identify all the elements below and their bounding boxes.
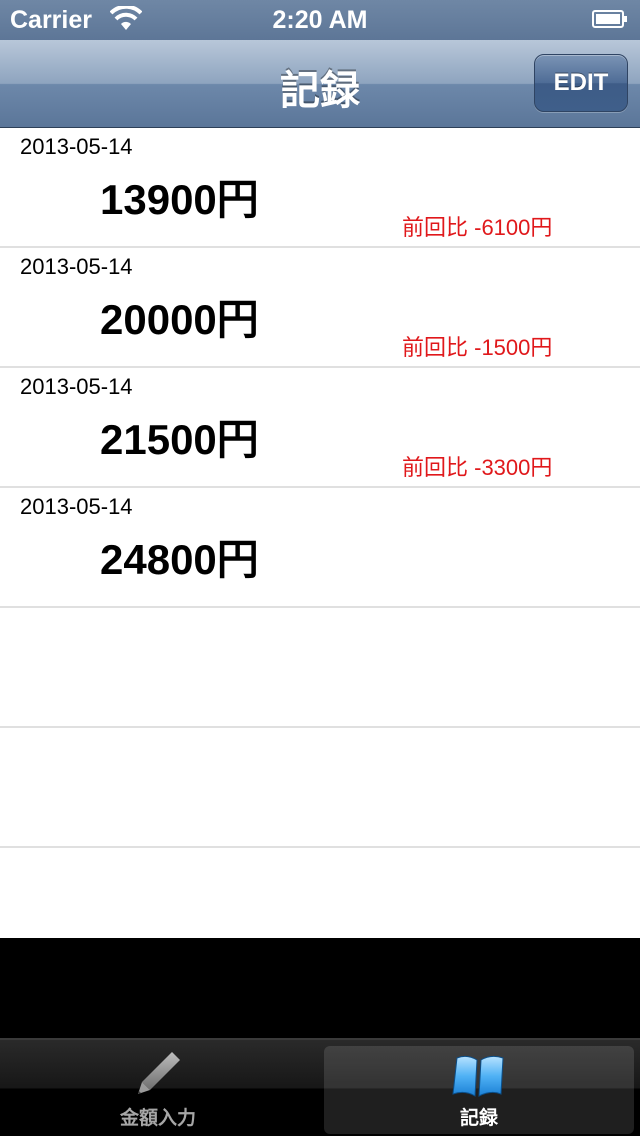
record-diff: 前回比 -6100円 [402, 215, 553, 240]
record-amount: 13900円 [100, 176, 259, 223]
app-screen: Carrier 2:20 AM 記録 EDIT 2013-05-14 13900… [0, 0, 640, 1136]
status-time: 2:20 AM [272, 6, 368, 34]
empty-row [0, 728, 640, 848]
table-row[interactable]: 2013-05-14 20000円 前回比 -1500円 [0, 248, 640, 368]
record-diff: 前回比 -1500円 [402, 335, 553, 360]
empty-row [0, 608, 640, 728]
book-icon [452, 1055, 504, 1097]
tab-records[interactable]: 記録 [324, 1046, 634, 1134]
tab-label: 記録 [459, 1108, 498, 1129]
pencil-icon [138, 1052, 180, 1094]
empty-row [0, 848, 640, 938]
edit-button[interactable]: EDIT [534, 54, 628, 112]
record-amount: 21500円 [100, 416, 259, 463]
navigation-bar: 記録 EDIT [0, 40, 640, 128]
record-date: 2013-05-14 [20, 494, 133, 519]
tab-bar: 金額入力 記録 [0, 1038, 640, 1136]
table-row[interactable]: 2013-05-14 24800円 [0, 488, 640, 608]
tab-label: 金額入力 [119, 1108, 196, 1129]
table-row[interactable]: 2013-05-14 21500円 前回比 -3300円 [0, 368, 640, 488]
record-amount: 20000円 [100, 296, 259, 343]
battery-icon [592, 10, 627, 28]
records-table[interactable]: 2013-05-14 13900円 前回比 -6100円 2013-05-14 … [0, 128, 640, 938]
record-amount: 24800円 [100, 536, 259, 583]
record-date: 2013-05-14 [20, 134, 133, 159]
status-bar: Carrier 2:20 AM [0, 0, 640, 40]
tab-amount-input[interactable]: 金額入力 [0, 1040, 316, 1136]
record-date: 2013-05-14 [20, 254, 133, 279]
record-date: 2013-05-14 [20, 374, 133, 399]
table-row[interactable]: 2013-05-14 13900円 前回比 -6100円 [0, 128, 640, 248]
record-diff: 前回比 -3300円 [402, 455, 553, 480]
